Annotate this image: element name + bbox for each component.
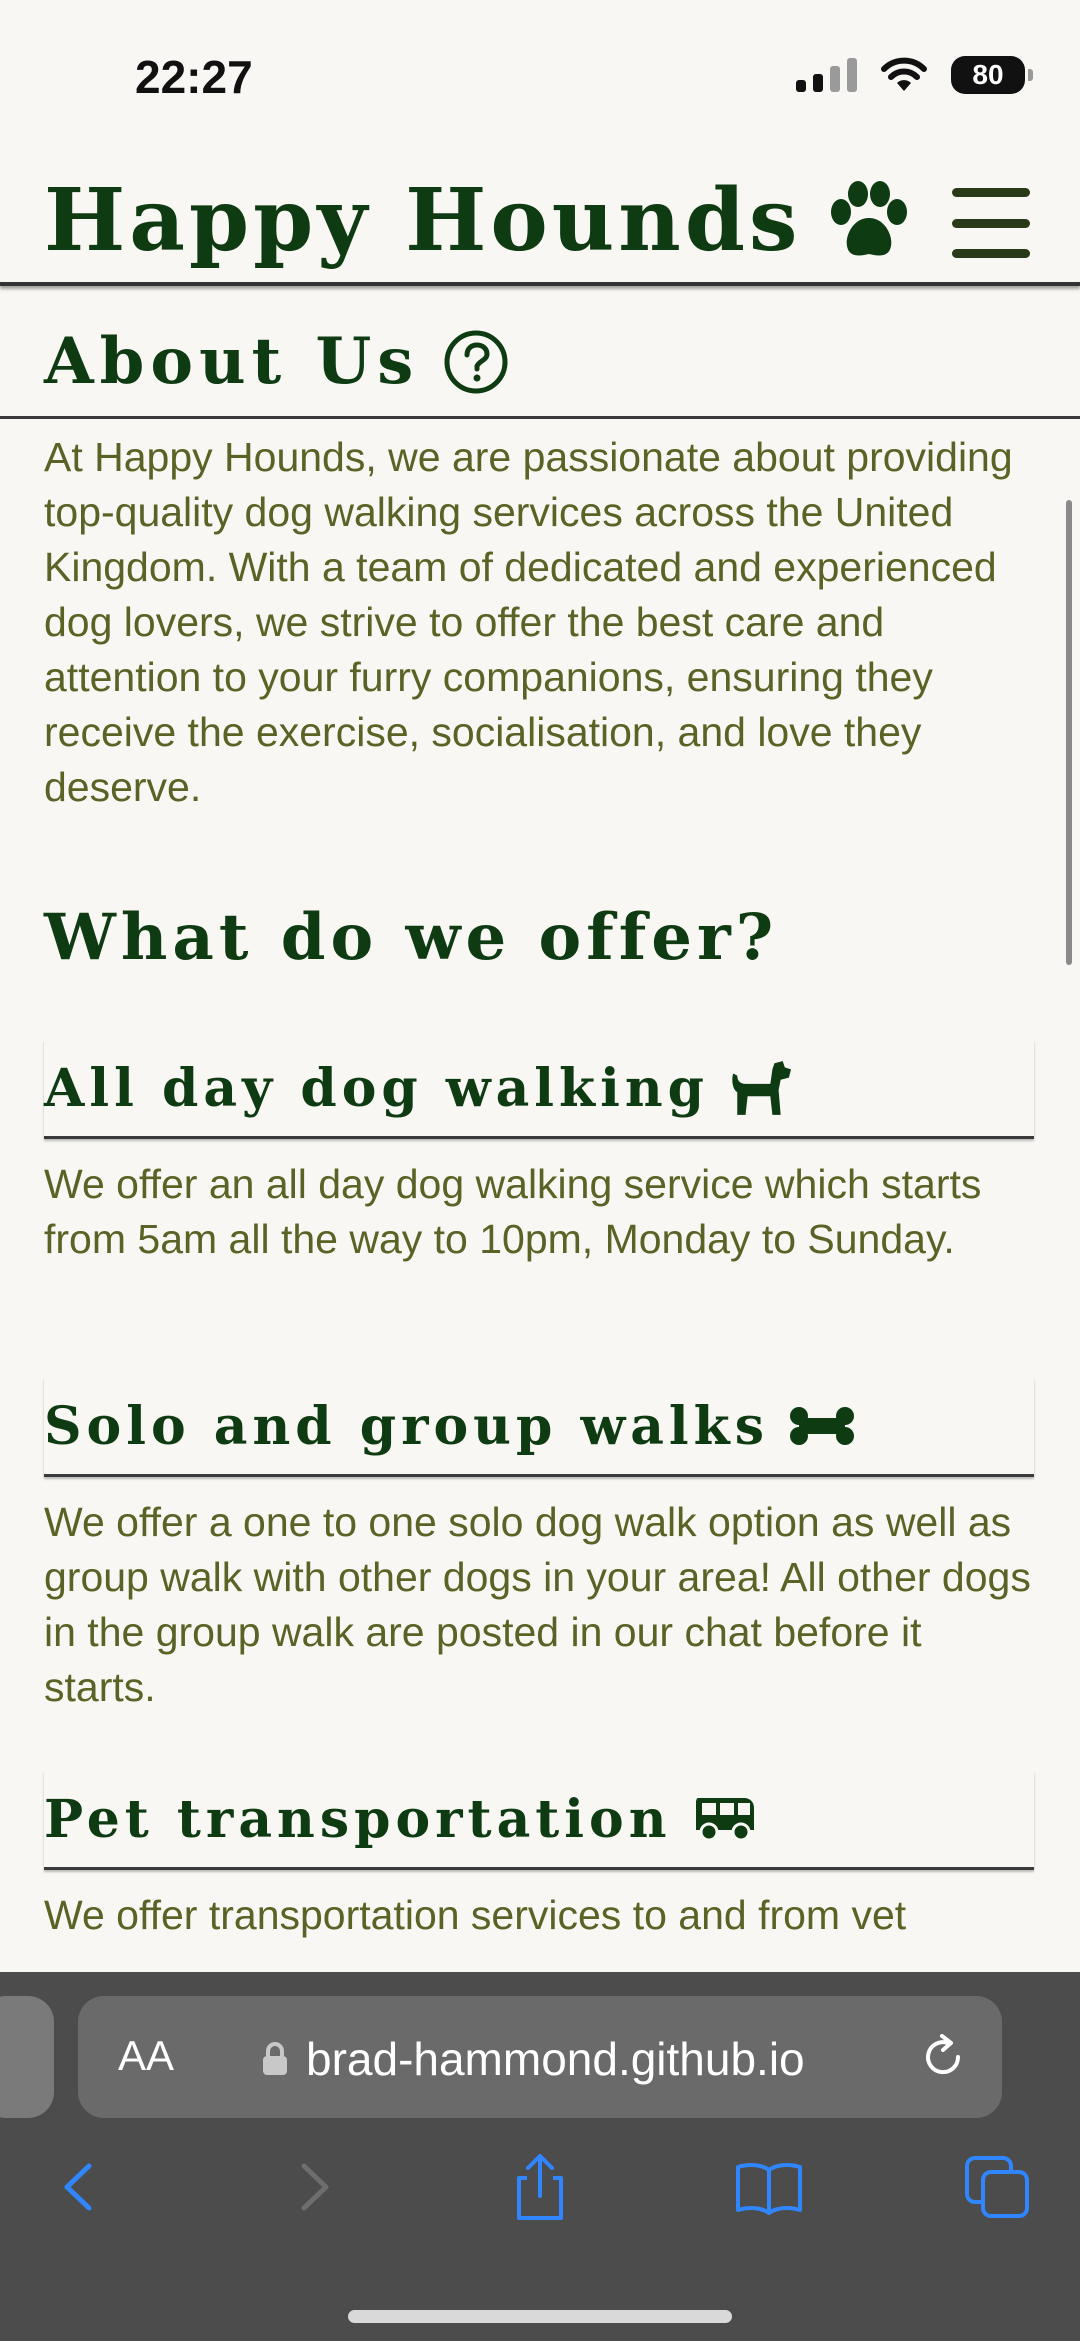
text-size-button[interactable]: AA (118, 2032, 174, 2080)
service-text: We offer transportation services to and … (44, 1892, 907, 1938)
cellular-signal-icon (796, 58, 857, 92)
url-text[interactable]: brad-hammond.github.io (306, 2032, 805, 2086)
service-heading: Solo and group walks (44, 1378, 1034, 1477)
question-circle-icon[interactable] (443, 329, 509, 395)
tabs-icon[interactable] (963, 2152, 1033, 2222)
bone-icon (789, 1407, 854, 1445)
offer-title: What do we offer? (44, 900, 779, 975)
battery-icon: 80 (951, 56, 1033, 94)
lock-icon (263, 2042, 287, 2075)
status-icons: 80 (796, 56, 1033, 94)
browser-toolbar (0, 2152, 1080, 2242)
about-title-wrap: About Us (44, 324, 509, 399)
service-title: All day dog walking (44, 1057, 709, 1119)
service-title: Solo and group walks (44, 1395, 769, 1457)
chevron-left-icon[interactable] (45, 2152, 115, 2222)
chevron-right-icon[interactable] (278, 2152, 348, 2222)
van-icon (695, 1798, 754, 1842)
status-bar: 22:27 80 (0, 0, 1080, 150)
about-text: At Happy Hounds, we are passionate about… (44, 434, 1013, 810)
reload-icon[interactable] (920, 2034, 966, 2080)
service-heading: All day dog walking (44, 1040, 1034, 1139)
service-heading: Pet transportation (44, 1771, 1034, 1870)
previous-tab-peek[interactable] (0, 1996, 54, 2118)
paw-icon (831, 180, 908, 256)
wifi-icon (881, 57, 927, 91)
service-text: We offer an all day dog walking service … (44, 1161, 982, 1262)
about-title: About Us (44, 324, 420, 399)
about-section-header: About Us (0, 288, 1080, 419)
dog-icon (732, 1061, 791, 1115)
service-text: We offer a one to one solo dog walk opti… (44, 1499, 1031, 1710)
address-bar[interactable]: AA brad-hammond.github.io (78, 1996, 1002, 2118)
site-title[interactable]: Happy Hounds (44, 170, 801, 271)
share-icon[interactable] (505, 2152, 575, 2222)
hamburger-menu-icon[interactable] (952, 188, 1030, 258)
book-icon[interactable] (734, 2152, 804, 2222)
status-time: 22:27 (135, 51, 253, 103)
browser-bottom-bar: AA brad-hammond.github.io (0, 1972, 1080, 2341)
brand[interactable]: Happy Hounds (44, 170, 915, 271)
service-solo-group-walks: Solo and group walks We offer a one to o… (44, 1378, 1034, 1715)
service-all-day-walking: All day dog walking We offer an all day … (44, 1040, 1034, 1267)
site-header: Happy Hounds (0, 150, 1080, 286)
home-indicator[interactable] (348, 2310, 732, 2323)
service-title: Pet transportation (44, 1788, 672, 1850)
battery-level-text: 80 (972, 59, 1004, 90)
scrollbar-thumb[interactable] (1066, 500, 1072, 965)
service-pet-transportation: Pet transportation We offer transportati… (44, 1771, 1034, 1943)
